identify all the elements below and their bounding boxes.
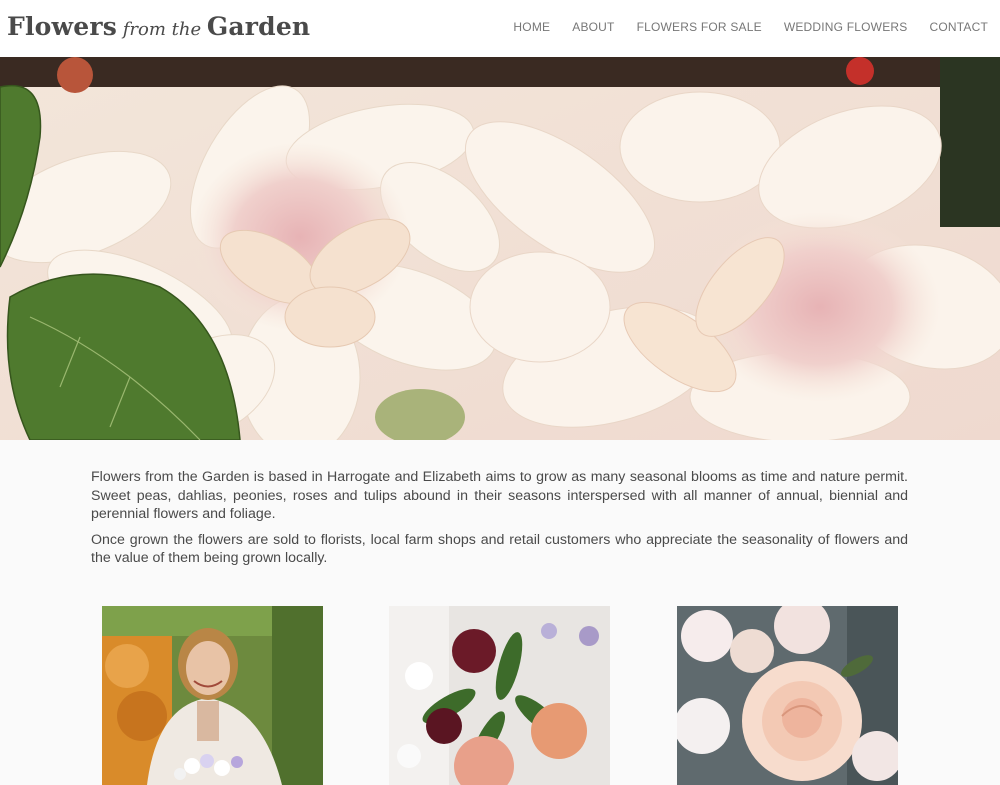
gallery-image-roses[interactable] (677, 606, 898, 785)
nav-contact[interactable]: CONTACT (929, 20, 988, 34)
hero-banner (0, 57, 1000, 440)
intro-paragraph-2: Once grown the flowers are sold to flori… (91, 531, 908, 567)
intro-section: Flowers from the Garden is based in Harr… (91, 468, 908, 568)
logo-word-garden: Garden (206, 12, 311, 41)
nav-about[interactable]: ABOUT (572, 20, 614, 34)
intro-paragraph-1: Flowers from the Garden is based in Harr… (91, 469, 908, 522)
nav-wedding-flowers[interactable]: WEDDING FLOWERS (784, 20, 908, 34)
main-nav: HOME ABOUT FLOWERS FOR SALE WEDDING FLOW… (513, 20, 988, 34)
nav-flowers-for-sale[interactable]: FLOWERS FOR SALE (637, 20, 762, 34)
roses-image (677, 606, 898, 785)
site-logo[interactable]: Flowers from the Garden (7, 12, 310, 41)
gallery-image-bouquet[interactable] (389, 606, 610, 785)
logo-word-flowers: Flowers (7, 12, 117, 41)
gallery-image-woman[interactable] (102, 606, 323, 785)
woman-with-bouquet-image (102, 606, 323, 785)
nav-home[interactable]: HOME (513, 20, 550, 34)
hero-dahlias-image (0, 57, 1000, 440)
logo-words-from-the: from the (117, 19, 207, 40)
site-header: Flowers from the Garden HOME ABOUT FLOWE… (0, 0, 1000, 57)
mixed-bouquet-image (389, 606, 610, 785)
